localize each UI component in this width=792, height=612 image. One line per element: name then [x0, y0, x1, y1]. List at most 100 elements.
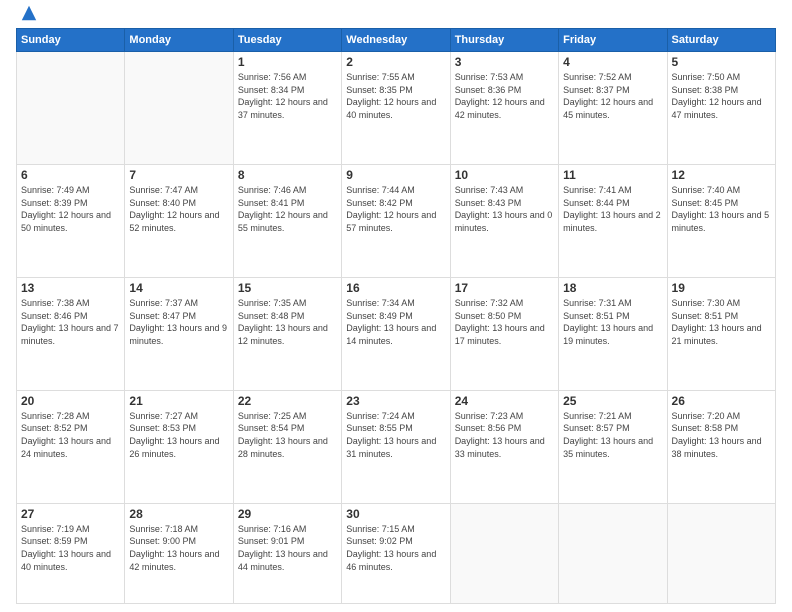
calendar-cell: 15Sunrise: 7:35 AM Sunset: 8:48 PM Dayli…	[233, 277, 341, 390]
calendar-cell	[17, 52, 125, 165]
day-info: Sunrise: 7:56 AM Sunset: 8:34 PM Dayligh…	[238, 71, 337, 121]
week-row-3: 13 Sunrise: 7:38 AM Sunset: 8:46 PM Dayli…	[17, 277, 776, 390]
day-number: 4	[563, 55, 662, 69]
day-number: 29	[238, 507, 337, 521]
day-number: 17	[455, 281, 554, 295]
logo-icon	[20, 4, 38, 22]
day-number: 7	[129, 168, 228, 182]
day-info: Sunrise: 7:37 AM Sunset: 8:47 PM Dayligh…	[129, 297, 228, 347]
day-info: Sunrise: 7:18 AM Sunset: 9:00 PM Dayligh…	[129, 523, 228, 573]
day-info: Sunrise: 7:25 AM Sunset: 8:54 PM Dayligh…	[238, 410, 337, 460]
calendar-header-saturday: Saturday	[667, 29, 775, 52]
calendar-cell: 28 Sunrise: 7:18 AM Sunset: 9:00 PM Dayli…	[125, 503, 233, 603]
day-number: 18	[563, 281, 662, 295]
day-number: 8	[238, 168, 337, 182]
calendar-cell: 6 Sunrise: 7:49 AM Sunset: 8:39 PM Daylig…	[17, 164, 125, 277]
calendar-cell: 7 Sunrise: 7:47 AM Sunset: 8:40 PM Daylig…	[125, 164, 233, 277]
day-info: Sunrise: 7:34 AM Sunset: 8:49 PM Dayligh…	[346, 297, 445, 347]
day-number: 27	[21, 507, 120, 521]
calendar-cell: 1 Sunrise: 7:56 AM Sunset: 8:34 PM Daylig…	[233, 52, 341, 165]
day-info: Sunrise: 7:30 AM Sunset: 8:51 PM Dayligh…	[672, 297, 771, 347]
week-row-1: 1 Sunrise: 7:56 AM Sunset: 8:34 PM Daylig…	[17, 52, 776, 165]
calendar-cell: 29 Sunrise: 7:16 AM Sunset: 9:01 PM Dayli…	[233, 503, 341, 603]
calendar-cell: 14Sunrise: 7:37 AM Sunset: 8:47 PM Dayli…	[125, 277, 233, 390]
calendar-cell: 23 Sunrise: 7:24 AM Sunset: 8:55 PM Dayli…	[342, 390, 450, 503]
day-number: 22	[238, 394, 337, 408]
day-info: Sunrise: 7:31 AM Sunset: 8:51 PM Dayligh…	[563, 297, 662, 347]
calendar-cell: 26Sunrise: 7:20 AM Sunset: 8:58 PM Dayli…	[667, 390, 775, 503]
day-number: 20	[21, 394, 120, 408]
day-info: Sunrise: 7:52 AM Sunset: 8:37 PM Dayligh…	[563, 71, 662, 121]
calendar-cell: 19 Sunrise: 7:30 AM Sunset: 8:51 PM Dayli…	[667, 277, 775, 390]
day-info: Sunrise: 7:23 AM Sunset: 8:56 PM Dayligh…	[455, 410, 554, 460]
calendar-cell: 4 Sunrise: 7:52 AM Sunset: 8:37 PM Daylig…	[559, 52, 667, 165]
day-info: Sunrise: 7:38 AM Sunset: 8:46 PM Dayligh…	[21, 297, 120, 347]
day-number: 21	[129, 394, 228, 408]
day-info: Sunrise: 7:32 AM Sunset: 8:50 PM Dayligh…	[455, 297, 554, 347]
day-info: Sunrise: 7:28 AM Sunset: 8:52 PM Dayligh…	[21, 410, 120, 460]
calendar-cell: 30 Sunrise: 7:15 AM Sunset: 9:02 PM Dayli…	[342, 503, 450, 603]
day-number: 9	[346, 168, 445, 182]
calendar-header-monday: Monday	[125, 29, 233, 52]
calendar-header-row: SundayMondayTuesdayWednesdayThursdayFrid…	[17, 29, 776, 52]
day-info: Sunrise: 7:15 AM Sunset: 9:02 PM Dayligh…	[346, 523, 445, 573]
calendar-header-wednesday: Wednesday	[342, 29, 450, 52]
day-number: 12	[672, 168, 771, 182]
day-info: Sunrise: 7:40 AM Sunset: 8:45 PM Dayligh…	[672, 184, 771, 234]
day-number: 15	[238, 281, 337, 295]
day-number: 1	[238, 55, 337, 69]
day-number: 5	[672, 55, 771, 69]
week-row-5: 27 Sunrise: 7:19 AM Sunset: 8:59 PM Dayli…	[17, 503, 776, 603]
calendar-cell	[559, 503, 667, 603]
calendar-cell: 10Sunrise: 7:43 AM Sunset: 8:43 PM Dayli…	[450, 164, 558, 277]
calendar-cell: 18 Sunrise: 7:31 AM Sunset: 8:51 PM Dayli…	[559, 277, 667, 390]
day-info: Sunrise: 7:47 AM Sunset: 8:40 PM Dayligh…	[129, 184, 228, 234]
calendar-cell: 16 Sunrise: 7:34 AM Sunset: 8:49 PM Dayli…	[342, 277, 450, 390]
week-row-4: 20 Sunrise: 7:28 AM Sunset: 8:52 PM Dayli…	[17, 390, 776, 503]
calendar-cell: 3 Sunrise: 7:53 AM Sunset: 8:36 PM Daylig…	[450, 52, 558, 165]
day-number: 6	[21, 168, 120, 182]
calendar-table: SundayMondayTuesdayWednesdayThursdayFrid…	[16, 28, 776, 604]
day-number: 30	[346, 507, 445, 521]
day-info: Sunrise: 7:19 AM Sunset: 8:59 PM Dayligh…	[21, 523, 120, 573]
calendar-cell: 22 Sunrise: 7:25 AM Sunset: 8:54 PM Dayli…	[233, 390, 341, 503]
calendar-cell: 8 Sunrise: 7:46 AM Sunset: 8:41 PM Daylig…	[233, 164, 341, 277]
day-info: Sunrise: 7:50 AM Sunset: 8:38 PM Dayligh…	[672, 71, 771, 121]
calendar-header-sunday: Sunday	[17, 29, 125, 52]
day-info: Sunrise: 7:55 AM Sunset: 8:35 PM Dayligh…	[346, 71, 445, 121]
day-number: 26	[672, 394, 771, 408]
day-info: Sunrise: 7:21 AM Sunset: 8:57 PM Dayligh…	[563, 410, 662, 460]
day-number: 13	[21, 281, 120, 295]
header	[16, 12, 776, 22]
day-info: Sunrise: 7:44 AM Sunset: 8:42 PM Dayligh…	[346, 184, 445, 234]
calendar-cell: 13 Sunrise: 7:38 AM Sunset: 8:46 PM Dayli…	[17, 277, 125, 390]
logo	[16, 12, 38, 22]
calendar-cell	[450, 503, 558, 603]
calendar-cell: 24 Sunrise: 7:23 AM Sunset: 8:56 PM Dayli…	[450, 390, 558, 503]
day-number: 19	[672, 281, 771, 295]
day-info: Sunrise: 7:16 AM Sunset: 9:01 PM Dayligh…	[238, 523, 337, 573]
day-info: Sunrise: 7:46 AM Sunset: 8:41 PM Dayligh…	[238, 184, 337, 234]
calendar-cell: 9 Sunrise: 7:44 AM Sunset: 8:42 PM Daylig…	[342, 164, 450, 277]
calendar-header-tuesday: Tuesday	[233, 29, 341, 52]
day-number: 28	[129, 507, 228, 521]
calendar-cell: 25 Sunrise: 7:21 AM Sunset: 8:57 PM Dayli…	[559, 390, 667, 503]
calendar-cell: 11 Sunrise: 7:41 AM Sunset: 8:44 PM Dayli…	[559, 164, 667, 277]
day-info: Sunrise: 7:41 AM Sunset: 8:44 PM Dayligh…	[563, 184, 662, 234]
day-number: 24	[455, 394, 554, 408]
day-info: Sunrise: 7:53 AM Sunset: 8:36 PM Dayligh…	[455, 71, 554, 121]
day-number: 10	[455, 168, 554, 182]
day-number: 25	[563, 394, 662, 408]
day-info: Sunrise: 7:24 AM Sunset: 8:55 PM Dayligh…	[346, 410, 445, 460]
calendar-cell: 2Sunrise: 7:55 AM Sunset: 8:35 PM Daylig…	[342, 52, 450, 165]
day-number: 11	[563, 168, 662, 182]
day-number: 16	[346, 281, 445, 295]
day-info: Sunrise: 7:49 AM Sunset: 8:39 PM Dayligh…	[21, 184, 120, 234]
day-number: 3	[455, 55, 554, 69]
calendar-header-thursday: Thursday	[450, 29, 558, 52]
page: SundayMondayTuesdayWednesdayThursdayFrid…	[0, 0, 792, 612]
calendar-cell	[667, 503, 775, 603]
calendar-cell	[125, 52, 233, 165]
calendar-cell: 5 Sunrise: 7:50 AM Sunset: 8:38 PM Daylig…	[667, 52, 775, 165]
day-number: 23	[346, 394, 445, 408]
